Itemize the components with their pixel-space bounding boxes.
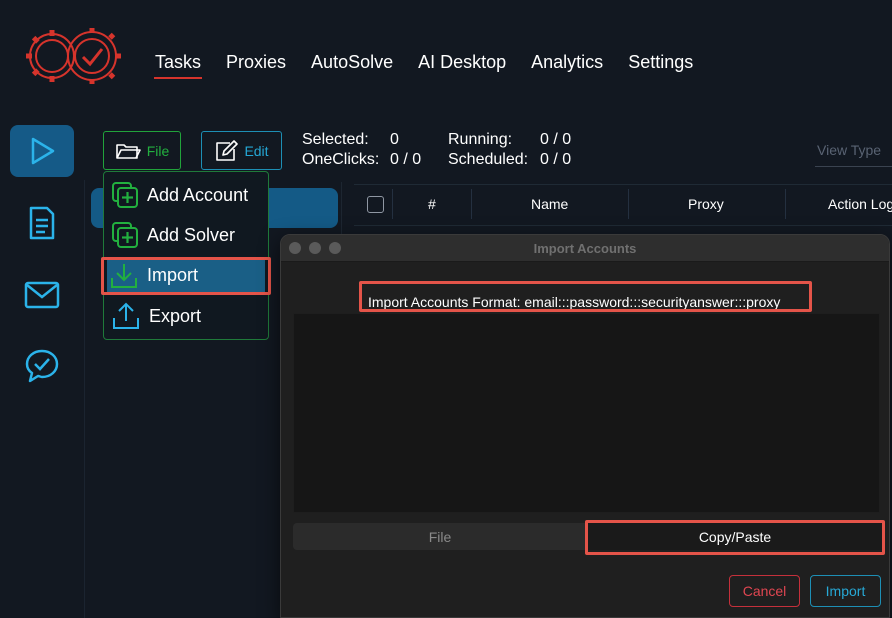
running-label: Running: bbox=[448, 131, 513, 148]
tab-file[interactable]: File bbox=[293, 523, 587, 550]
dialog-title: Import Accounts bbox=[533, 241, 637, 256]
document-icon bbox=[29, 206, 55, 240]
oneclicks-value: 0 / 0 bbox=[390, 151, 422, 168]
sidebar-divider bbox=[84, 180, 85, 618]
scheduled-label: Scheduled: bbox=[448, 151, 529, 168]
menu-item-export[interactable]: Export bbox=[109, 298, 266, 334]
import-button[interactable]: Import bbox=[810, 575, 881, 607]
nav-autosolve[interactable]: AutoSolve bbox=[311, 51, 393, 75]
column-header-proxy[interactable]: Proxy bbox=[688, 196, 724, 212]
export-icon bbox=[113, 302, 139, 329]
play-icon bbox=[31, 137, 55, 165]
folder-icon bbox=[115, 143, 141, 159]
accounts-textarea[interactable] bbox=[293, 313, 880, 513]
edit-button[interactable]: Edit bbox=[201, 131, 282, 170]
mail-icon bbox=[24, 281, 60, 309]
menu-item-add-solver[interactable]: Add Solver bbox=[109, 217, 266, 253]
import-accounts-dialog: Import Accounts Import Accounts Format: … bbox=[280, 234, 890, 618]
column-header-action-log[interactable]: Action Log bbox=[828, 196, 892, 212]
app-logo bbox=[22, 20, 128, 88]
menu-item-add-account[interactable]: Add Account bbox=[109, 177, 266, 213]
select-all-checkbox[interactable] bbox=[367, 196, 384, 213]
format-highlight-box bbox=[359, 281, 812, 312]
chat-check-icon bbox=[25, 349, 59, 383]
menu-item-label: Add Solver bbox=[147, 224, 236, 245]
column-header-number[interactable]: # bbox=[428, 196, 436, 212]
top-nav: Tasks Proxies AutoSolve AI Desktop Analy… bbox=[153, 51, 693, 79]
column-divider bbox=[471, 189, 472, 219]
edit-button-label: Edit bbox=[244, 142, 269, 159]
add-solver-icon bbox=[112, 222, 138, 248]
cancel-button[interactable]: Cancel bbox=[729, 575, 800, 607]
import-highlight-box bbox=[101, 257, 271, 295]
nav-tasks[interactable]: Tasks bbox=[153, 51, 203, 79]
running-value: 0 / 0 bbox=[540, 131, 572, 148]
sidebar-item-documents[interactable] bbox=[10, 197, 74, 249]
nav-ai-desktop[interactable]: AI Desktop bbox=[418, 51, 506, 75]
nav-analytics[interactable]: Analytics bbox=[531, 51, 603, 75]
file-button[interactable]: File bbox=[103, 131, 181, 170]
menu-item-label: Add Account bbox=[147, 184, 249, 205]
column-divider bbox=[392, 189, 393, 219]
nav-proxies[interactable]: Proxies bbox=[226, 51, 286, 75]
sidebar-item-tasks[interactable] bbox=[10, 125, 74, 177]
nav-settings[interactable]: Settings bbox=[628, 51, 693, 75]
dialog-title-bar[interactable]: Import Accounts bbox=[281, 235, 889, 262]
column-header-name[interactable]: Name bbox=[531, 196, 568, 212]
copy-paste-highlight-box bbox=[585, 520, 885, 555]
oneclicks-label: OneClicks: bbox=[302, 151, 380, 168]
view-type-underline bbox=[815, 166, 892, 167]
menu-item-label: Export bbox=[149, 305, 202, 326]
add-account-icon bbox=[112, 182, 138, 208]
sidebar-item-mail[interactable] bbox=[10, 269, 74, 321]
scheduled-value: 0 / 0 bbox=[540, 151, 572, 168]
edit-icon bbox=[216, 139, 239, 161]
selected-label: Selected: bbox=[302, 131, 369, 148]
column-divider bbox=[628, 189, 629, 219]
column-divider bbox=[785, 189, 786, 219]
view-type-select[interactable]: View Type bbox=[817, 142, 881, 158]
sidebar-item-chat[interactable] bbox=[10, 340, 74, 392]
selected-value: 0 bbox=[390, 131, 399, 148]
file-button-label: File bbox=[146, 142, 170, 159]
